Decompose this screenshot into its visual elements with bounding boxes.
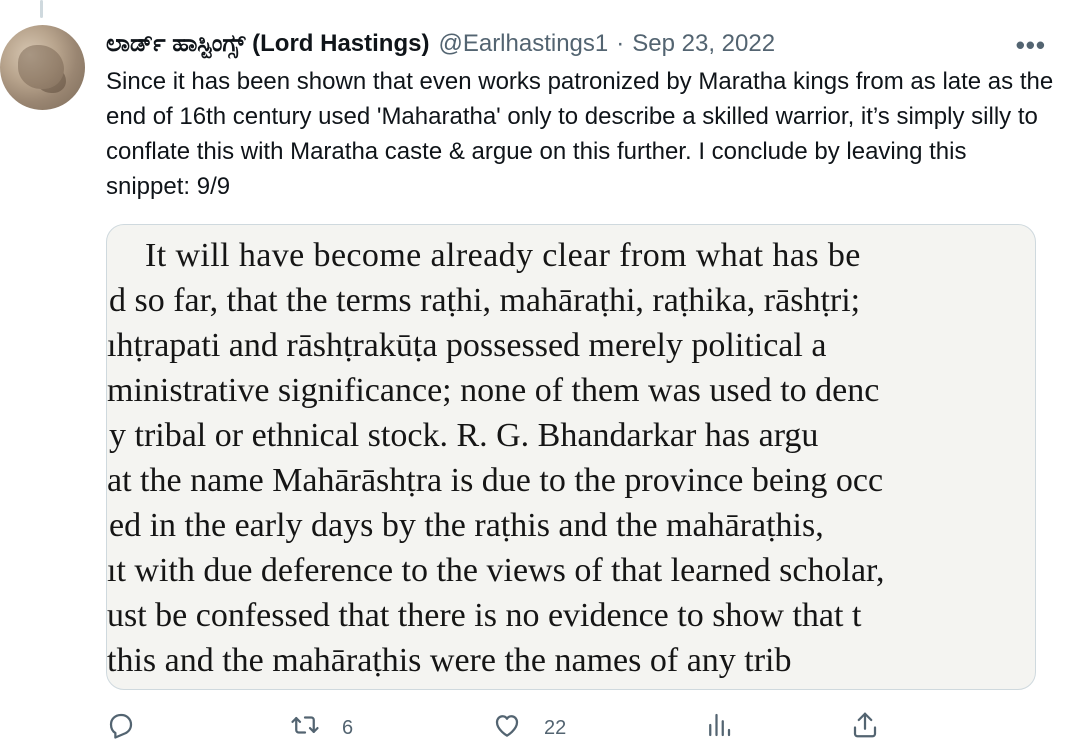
- scan-line: ed in the early days by the raṭhis and t…: [109, 507, 824, 544]
- tweet-date[interactable]: Sep 23, 2022: [632, 30, 775, 58]
- like-count: 22: [544, 716, 567, 739]
- scan-line: d so far, that the terms raṭhi, mahāraṭh…: [109, 282, 861, 319]
- scan-line: y tribal or ethnical stock. R. G. Bhanda…: [109, 417, 819, 454]
- retweet-count: 6: [342, 716, 354, 739]
- user-handle[interactable]: @Earlhastings1: [438, 30, 608, 58]
- display-name[interactable]: ಲಾರ್ಡ್ ಹಾಸ್ಟಿಂಗ್ಸ್ (Lord Hastings): [106, 30, 429, 58]
- tweet-actions: 6 22: [106, 706, 1006, 750]
- share-icon: [850, 710, 880, 746]
- scan-line: at the name Mahārāshṭra is due to the pr…: [107, 462, 884, 499]
- scan-line: ust be confessed that there is no eviden…: [107, 597, 862, 634]
- scan-line: this and the mahāraṭhis were the names o…: [107, 642, 792, 679]
- reply-button[interactable]: [106, 706, 158, 750]
- separator-dot: ·: [616, 30, 625, 57]
- scan-line: It will have become already clear from w…: [145, 237, 861, 274]
- share-button[interactable]: [850, 706, 880, 750]
- thread-connector-line: [40, 0, 43, 18]
- more-options-icon[interactable]: •••: [1016, 30, 1046, 61]
- scan-line: ministrative significance; none of them …: [107, 372, 880, 409]
- retweet-icon: [290, 710, 320, 746]
- avatar[interactable]: [0, 25, 85, 110]
- retweet-button[interactable]: 6: [290, 706, 353, 750]
- views-icon: [704, 710, 734, 746]
- scan-line: ıhṭrapati and rāshṭrakūṭa possessed mere…: [107, 327, 827, 364]
- reply-icon: [106, 710, 136, 746]
- scanned-book-text: It will have become already clear from w…: [107, 233, 1035, 683]
- like-button[interactable]: 22: [492, 706, 566, 750]
- tweet-image[interactable]: It will have become already clear from w…: [106, 224, 1036, 690]
- tweet-header: ಲಾರ್ಡ್ ಹಾಸ್ಟಿಂಗ್ಸ್ (Lord Hastings) @Earl…: [106, 28, 1046, 60]
- scan-line: ıt with due deference to the views of th…: [107, 552, 885, 589]
- like-icon: [492, 710, 522, 746]
- tweet-text: Since it has been shown that even works …: [106, 68, 1054, 200]
- views-button[interactable]: [704, 706, 756, 750]
